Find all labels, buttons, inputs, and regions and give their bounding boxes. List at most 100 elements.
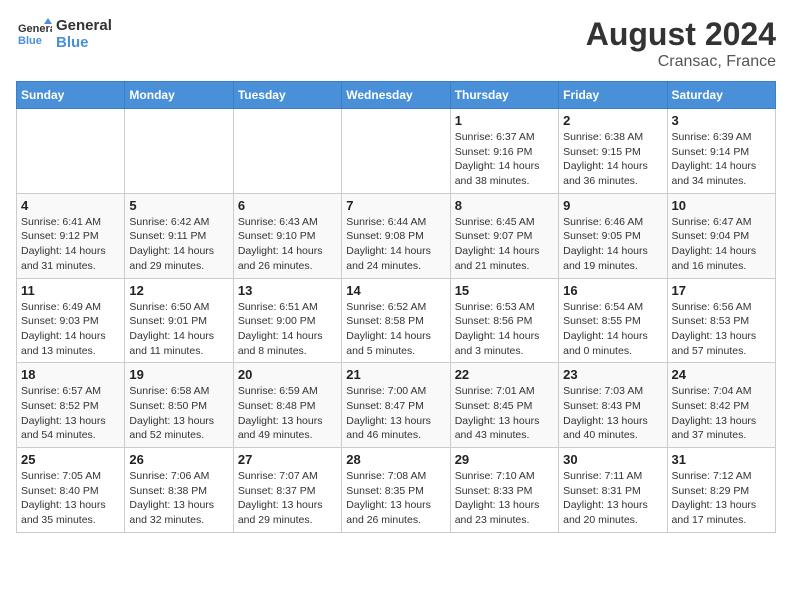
day-number: 25 <box>21 452 120 467</box>
day-cell: 22 Sunrise: 7:01 AM Sunset: 8:45 PM Dayli… <box>450 363 558 448</box>
day-info: Sunrise: 7:03 AM Sunset: 8:43 PM Dayligh… <box>563 384 662 443</box>
day-number: 28 <box>346 452 445 467</box>
day-number: 10 <box>672 198 771 213</box>
day-cell: 9Sunrise: 6:46 AM Sunset: 9:05 PM Daylig… <box>559 193 667 278</box>
day-info: Sunrise: 6:47 AM Sunset: 9:04 PM Dayligh… <box>672 215 771 274</box>
day-cell: 14Sunrise: 6:52 AM Sunset: 8:58 PM Dayli… <box>342 278 450 363</box>
day-cell <box>342 109 450 194</box>
day-cell: 4 Sunrise: 6:41 AM Sunset: 9:12 PM Daylig… <box>17 193 125 278</box>
day-cell: 28Sunrise: 7:08 AM Sunset: 8:35 PM Dayli… <box>342 448 450 533</box>
day-info: Sunrise: 6:56 AM Sunset: 8:53 PM Dayligh… <box>672 300 771 359</box>
day-info: Sunrise: 7:07 AM Sunset: 8:37 PM Dayligh… <box>238 469 337 528</box>
day-info: Sunrise: 7:10 AM Sunset: 8:33 PM Dayligh… <box>455 469 554 528</box>
day-cell: 21Sunrise: 7:00 AM Sunset: 8:47 PM Dayli… <box>342 363 450 448</box>
day-number: 12 <box>129 283 228 298</box>
day-cell: 23 Sunrise: 7:03 AM Sunset: 8:43 PM Dayli… <box>559 363 667 448</box>
day-info: Sunrise: 6:50 AM Sunset: 9:01 PM Dayligh… <box>129 300 228 359</box>
day-number: 5 <box>129 198 228 213</box>
day-cell <box>17 109 125 194</box>
day-info: Sunrise: 6:54 AM Sunset: 8:55 PM Dayligh… <box>563 300 662 359</box>
day-number: 6 <box>238 198 337 213</box>
day-info: Sunrise: 6:42 AM Sunset: 9:11 PM Dayligh… <box>129 215 228 274</box>
day-cell: 19 Sunrise: 6:58 AM Sunset: 8:50 PM Dayli… <box>125 363 233 448</box>
day-number: 3 <box>672 113 771 128</box>
logo-icon: General Blue <box>16 16 52 52</box>
weekday-header-row: SundayMondayTuesdayWednesdayThursdayFrid… <box>17 82 776 109</box>
day-info: Sunrise: 7:01 AM Sunset: 8:45 PM Dayligh… <box>455 384 554 443</box>
day-cell <box>125 109 233 194</box>
day-cell: 29Sunrise: 7:10 AM Sunset: 8:33 PM Dayli… <box>450 448 558 533</box>
day-cell: 24 Sunrise: 7:04 AM Sunset: 8:42 PM Dayli… <box>667 363 775 448</box>
day-info: Sunrise: 6:58 AM Sunset: 8:50 PM Dayligh… <box>129 384 228 443</box>
day-number: 30 <box>563 452 662 467</box>
day-number: 18 <box>21 367 120 382</box>
day-cell: 15 Sunrise: 6:53 AM Sunset: 8:56 PM Dayli… <box>450 278 558 363</box>
day-number: 14 <box>346 283 445 298</box>
day-number: 8 <box>455 198 554 213</box>
week-row-3: 11Sunrise: 6:49 AM Sunset: 9:03 PM Dayli… <box>17 278 776 363</box>
day-number: 11 <box>21 283 120 298</box>
day-cell: 1Sunrise: 6:37 AM Sunset: 9:16 PM Daylig… <box>450 109 558 194</box>
svg-text:Blue: Blue <box>18 35 42 47</box>
day-number: 7 <box>346 198 445 213</box>
day-info: Sunrise: 6:39 AM Sunset: 9:14 PM Dayligh… <box>672 130 771 189</box>
weekday-thursday: Thursday <box>450 82 558 109</box>
location: Cransac, France <box>586 53 776 71</box>
day-cell: 18 Sunrise: 6:57 AM Sunset: 8:52 PM Dayli… <box>17 363 125 448</box>
day-number: 27 <box>238 452 337 467</box>
title-block: August 2024 Cransac, France <box>586 16 776 71</box>
day-number: 16 <box>563 283 662 298</box>
week-row-4: 18 Sunrise: 6:57 AM Sunset: 8:52 PM Dayli… <box>17 363 776 448</box>
day-cell: 13 Sunrise: 6:51 AM Sunset: 9:00 PM Dayli… <box>233 278 341 363</box>
weekday-tuesday: Tuesday <box>233 82 341 109</box>
day-cell: 11Sunrise: 6:49 AM Sunset: 9:03 PM Dayli… <box>17 278 125 363</box>
day-info: Sunrise: 6:53 AM Sunset: 8:56 PM Dayligh… <box>455 300 554 359</box>
day-info: Sunrise: 6:37 AM Sunset: 9:16 PM Dayligh… <box>455 130 554 189</box>
weekday-saturday: Saturday <box>667 82 775 109</box>
weekday-monday: Monday <box>125 82 233 109</box>
day-cell: 5 Sunrise: 6:42 AM Sunset: 9:11 PM Daylig… <box>125 193 233 278</box>
calendar-body: 1Sunrise: 6:37 AM Sunset: 9:16 PM Daylig… <box>17 109 776 533</box>
day-info: Sunrise: 6:44 AM Sunset: 9:08 PM Dayligh… <box>346 215 445 274</box>
day-cell: 16 Sunrise: 6:54 AM Sunset: 8:55 PM Dayli… <box>559 278 667 363</box>
day-number: 22 <box>455 367 554 382</box>
day-cell: 12 Sunrise: 6:50 AM Sunset: 9:01 PM Dayli… <box>125 278 233 363</box>
day-number: 13 <box>238 283 337 298</box>
weekday-wednesday: Wednesday <box>342 82 450 109</box>
day-info: Sunrise: 6:45 AM Sunset: 9:07 PM Dayligh… <box>455 215 554 274</box>
day-number: 24 <box>672 367 771 382</box>
svg-text:General: General <box>18 23 52 35</box>
day-number: 2 <box>563 113 662 128</box>
day-info: Sunrise: 6:41 AM Sunset: 9:12 PM Dayligh… <box>21 215 120 274</box>
day-cell: 27 Sunrise: 7:07 AM Sunset: 8:37 PM Dayli… <box>233 448 341 533</box>
day-number: 4 <box>21 198 120 213</box>
day-info: Sunrise: 6:38 AM Sunset: 9:15 PM Dayligh… <box>563 130 662 189</box>
day-number: 15 <box>455 283 554 298</box>
week-row-2: 4 Sunrise: 6:41 AM Sunset: 9:12 PM Daylig… <box>17 193 776 278</box>
day-cell: 20Sunrise: 6:59 AM Sunset: 8:48 PM Dayli… <box>233 363 341 448</box>
day-number: 20 <box>238 367 337 382</box>
month-year: August 2024 <box>586 16 776 53</box>
day-number: 23 <box>563 367 662 382</box>
day-number: 31 <box>672 452 771 467</box>
week-row-1: 1Sunrise: 6:37 AM Sunset: 9:16 PM Daylig… <box>17 109 776 194</box>
day-info: Sunrise: 7:11 AM Sunset: 8:31 PM Dayligh… <box>563 469 662 528</box>
day-cell: 6Sunrise: 6:43 AM Sunset: 9:10 PM Daylig… <box>233 193 341 278</box>
day-number: 9 <box>563 198 662 213</box>
day-info: Sunrise: 6:57 AM Sunset: 8:52 PM Dayligh… <box>21 384 120 443</box>
day-info: Sunrise: 7:04 AM Sunset: 8:42 PM Dayligh… <box>672 384 771 443</box>
day-info: Sunrise: 7:00 AM Sunset: 8:47 PM Dayligh… <box>346 384 445 443</box>
day-number: 17 <box>672 283 771 298</box>
day-cell: 2 Sunrise: 6:38 AM Sunset: 9:15 PM Daylig… <box>559 109 667 194</box>
day-info: Sunrise: 6:51 AM Sunset: 9:00 PM Dayligh… <box>238 300 337 359</box>
day-cell: 8 Sunrise: 6:45 AM Sunset: 9:07 PM Daylig… <box>450 193 558 278</box>
day-number: 26 <box>129 452 228 467</box>
logo-text: GeneralBlue <box>56 17 112 51</box>
calendar-table: SundayMondayTuesdayWednesdayThursdayFrid… <box>16 81 776 533</box>
weekday-sunday: Sunday <box>17 82 125 109</box>
day-info: Sunrise: 7:05 AM Sunset: 8:40 PM Dayligh… <box>21 469 120 528</box>
day-number: 19 <box>129 367 228 382</box>
day-cell: 26 Sunrise: 7:06 AM Sunset: 8:38 PM Dayli… <box>125 448 233 533</box>
day-info: Sunrise: 7:06 AM Sunset: 8:38 PM Dayligh… <box>129 469 228 528</box>
day-cell: 10 Sunrise: 6:47 AM Sunset: 9:04 PM Dayli… <box>667 193 775 278</box>
